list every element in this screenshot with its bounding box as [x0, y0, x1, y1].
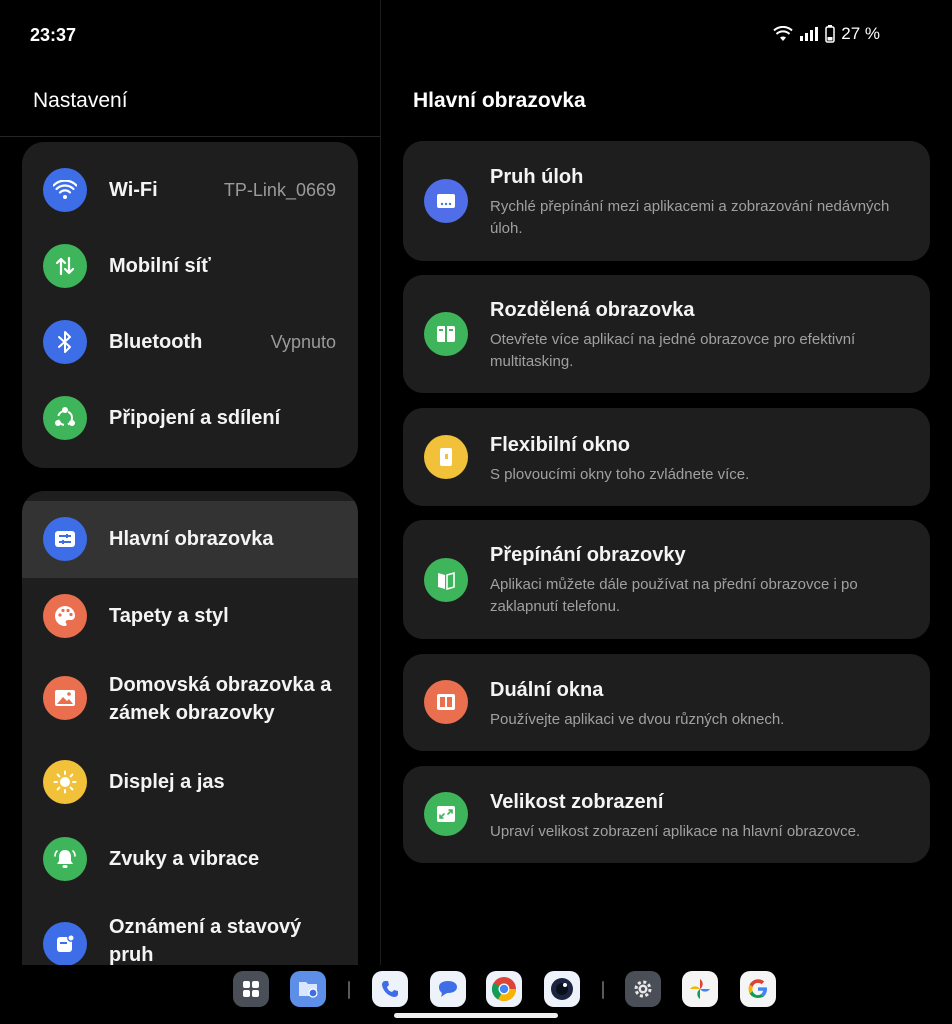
status-bar: 23:37 27 %: [0, 0, 952, 70]
mobile-data-icon: [43, 244, 87, 288]
sidebar-item-label: Zvuky a vibrace: [109, 848, 260, 870]
display-size-card[interactable]: Velikost zobrazení Upraví velikost zobra…: [403, 766, 930, 863]
phone-icon[interactable]: [372, 971, 408, 1007]
files-icon[interactable]: [290, 971, 326, 1007]
header-divider: [0, 136, 380, 137]
dock-separator: [348, 981, 350, 999]
page-title: Hlavní obrazovka: [413, 89, 586, 112]
sidebar-item-wifi[interactable]: Wi-Fi TP-Link_0669: [22, 152, 358, 228]
sidebar-item-sounds-vibration[interactable]: Zvuky a vibrace: [22, 821, 358, 898]
sidebar-item-label: Mobilní síť: [109, 255, 211, 277]
bell-icon: [43, 837, 87, 881]
sidebar-item-wallpaper-style[interactable]: Tapety a styl: [22, 578, 358, 655]
settings-title: Nastavení: [33, 89, 128, 112]
sidebar-item-label: Wi-Fi: [109, 179, 158, 201]
main-screen-icon: [43, 517, 87, 561]
sidebar-item-mobile-network[interactable]: Mobilní síť: [22, 228, 358, 304]
connectivity-card: Wi-Fi TP-Link_0669 Mobilní síť Bluetooth…: [22, 142, 358, 468]
home-indicator[interactable]: [394, 1013, 558, 1018]
split-screen-card[interactable]: Rozdělená obrazovka Otevřete více aplika…: [403, 275, 930, 393]
card-title: Rozdělená obrazovka: [490, 299, 695, 321]
taskbar-card[interactable]: Pruh úloh Rychlé přepínání mezi aplikace…: [403, 141, 930, 261]
sidebar-item-label-line1: Domovská obrazovka a: [109, 674, 332, 696]
sidebar-item-label: Displej a jas: [109, 771, 225, 793]
sidebar-item-home-lock-screen[interactable]: Domovská obrazovka a zámek obrazovky: [22, 655, 358, 741]
sidebar-item-label: Tapety a styl: [109, 605, 229, 627]
photos-icon[interactable]: [682, 971, 718, 1007]
sidebar-item-main-screen[interactable]: Hlavní obrazovka: [22, 501, 358, 578]
palette-icon: [43, 594, 87, 638]
wifi-signal-icon: [773, 26, 793, 42]
taskbar-icon: [424, 179, 468, 223]
dock-separator: [602, 981, 604, 999]
card-description: S plovoucími okny toho zvládnete více.: [490, 466, 750, 483]
card-title: Velikost zobrazení: [490, 791, 664, 813]
display-size-icon: [424, 792, 468, 836]
status-icons: 27 %: [773, 24, 880, 44]
app-drawer-icon[interactable]: [233, 971, 269, 1007]
sidebar-item-label: Připojení a sdílení: [109, 407, 281, 429]
card-description: Upraví velikost zobrazení aplikace na hl…: [490, 823, 861, 840]
sidebar-item-label-line1: Oznámení a stavový: [109, 916, 302, 938]
battery-percent: 27 %: [841, 24, 880, 43]
card-description: Otevřete více aplikací na jedné obrazovc…: [490, 331, 856, 370]
flexible-window-card[interactable]: Flexibilní okno S plovoucími okny toho z…: [403, 408, 930, 506]
split-screen-icon: [424, 312, 468, 356]
sun-icon: [43, 760, 87, 804]
dual-window-icon: [424, 680, 468, 724]
card-title: Pruh úloh: [490, 166, 584, 188]
display-settings-card: Hlavní obrazovka Tapety a styl Domovská …: [22, 491, 358, 971]
card-title: Přepínání obrazovky: [490, 544, 686, 566]
sidebar-item-bluetooth[interactable]: Bluetooth Vypnuto: [22, 304, 358, 380]
cell-signal-icon: [799, 27, 819, 41]
camera-icon[interactable]: [544, 971, 580, 1007]
image-icon: [43, 676, 87, 720]
card-title: Flexibilní okno: [490, 434, 631, 456]
card-description: Používejte aplikaci ve dvou různých okne…: [490, 711, 785, 728]
sidebar-item-display-brightness[interactable]: Displej a jas: [22, 744, 358, 821]
battery-icon: [825, 25, 835, 43]
bluetooth-icon: [43, 320, 87, 364]
connection-sharing-icon: [43, 396, 87, 440]
sidebar-item-label-line2: zámek obrazovky: [109, 702, 275, 724]
sidebar-item-notifications[interactable]: Oznámení a stavový pruh: [22, 901, 358, 971]
sidebar-item-label: Bluetooth: [109, 331, 203, 353]
flexible-window-icon: [424, 435, 468, 479]
card-description: Rychlé přepínání mezi aplikacemi a zobra…: [490, 198, 890, 237]
wifi-icon: [43, 168, 87, 212]
status-time: 23:37: [30, 25, 77, 45]
wifi-network-name: TP-Link_0669: [223, 180, 336, 200]
settings-icon[interactable]: [625, 971, 661, 1007]
card-title: Duální okna: [490, 679, 604, 701]
screen-switch-card[interactable]: Přepínání obrazovky Aplikaci můžete dále…: [403, 520, 930, 639]
sidebar-item-label: Hlavní obrazovka: [109, 528, 274, 550]
sidebar-item-connection-sharing[interactable]: Připojení a sdílení: [22, 380, 358, 456]
messages-icon[interactable]: [430, 971, 466, 1007]
google-icon[interactable]: [740, 971, 776, 1007]
card-description: Aplikaci můžete dále používat na přední …: [490, 576, 858, 615]
dual-window-card[interactable]: Duální okna Používejte aplikaci ve dvou …: [403, 654, 930, 751]
screen-switch-icon: [424, 558, 468, 602]
chrome-icon[interactable]: [486, 971, 522, 1007]
pane-divider: [380, 0, 381, 965]
notification-icon: [43, 922, 87, 966]
bluetooth-status: Vypnuto: [270, 332, 336, 352]
